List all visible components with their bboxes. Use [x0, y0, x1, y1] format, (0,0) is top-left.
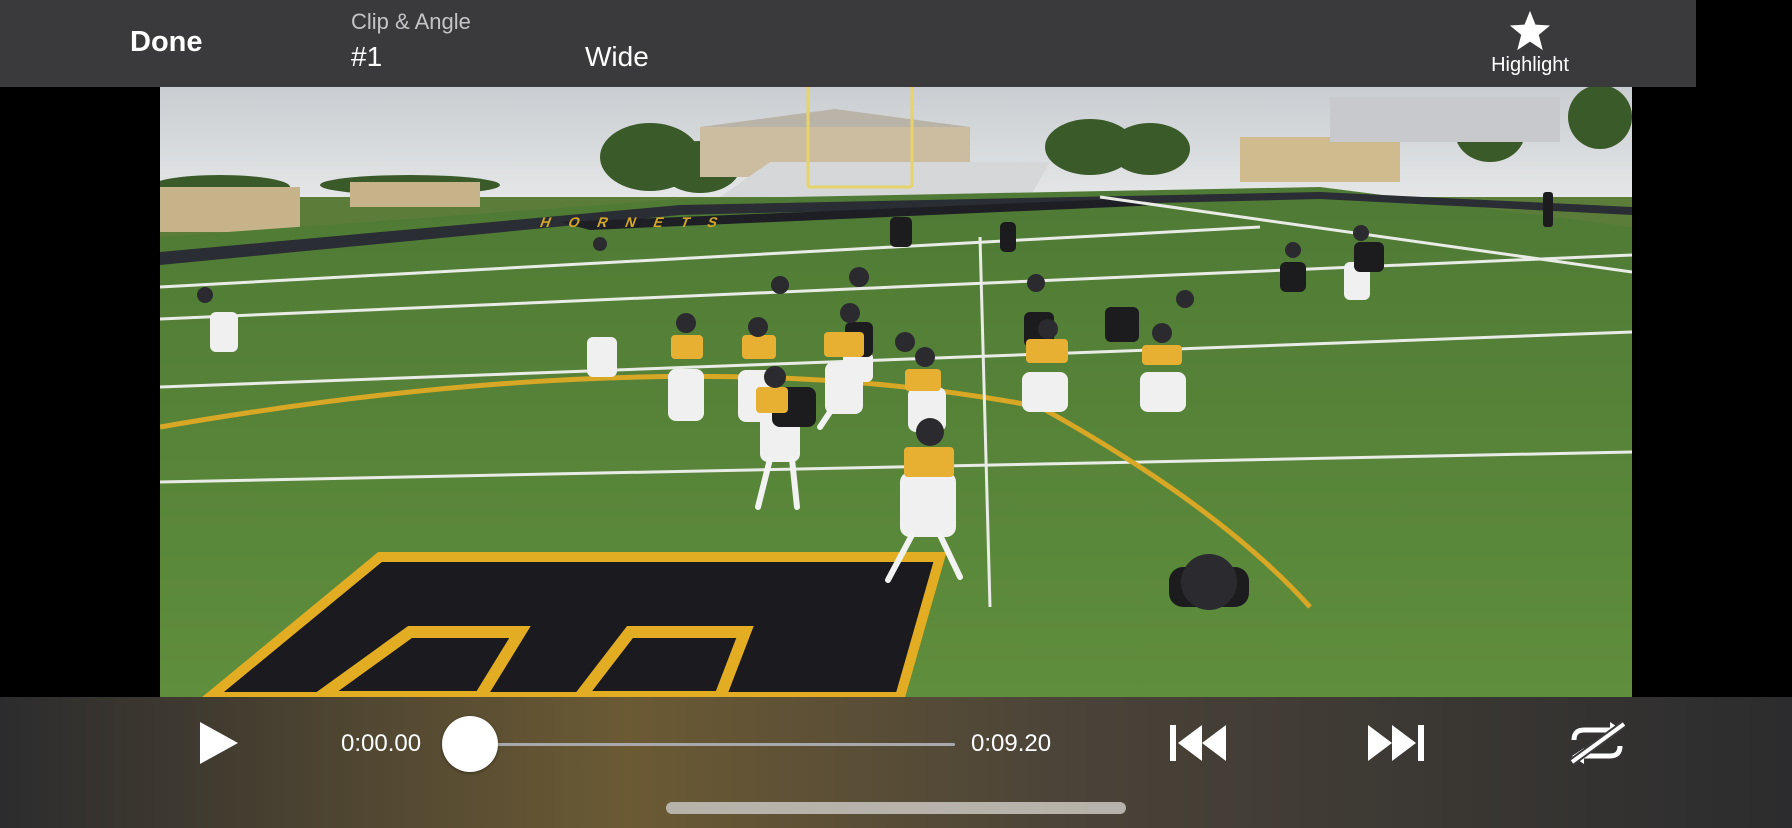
clip-angle-label: Clip & Angle: [351, 9, 471, 34]
skip-back-icon: [1170, 725, 1226, 761]
highlight-button[interactable]: Highlight: [1470, 10, 1590, 80]
top-bar: Done Clip & Angle #1 Wide Highlight: [0, 0, 1696, 87]
scrubber-thumb[interactable]: [442, 716, 498, 772]
play-icon: [200, 722, 238, 764]
star-icon: [1509, 10, 1551, 51]
loop-toggle-button[interactable]: [1564, 720, 1630, 766]
loop-off-icon: [1569, 720, 1627, 766]
current-time: 0:00.00: [341, 730, 422, 757]
home-indicator[interactable]: [666, 802, 1126, 814]
highlight-label: Highlight: [1491, 54, 1569, 76]
play-button[interactable]: [198, 720, 240, 766]
total-duration: 0:09.20: [971, 730, 1052, 757]
clip-number-selector[interactable]: #1: [351, 41, 382, 73]
video-frame[interactable]: HORNETS: [160, 87, 1632, 697]
angle-selector[interactable]: Wide: [585, 41, 649, 73]
scrubber-track[interactable]: [470, 743, 955, 746]
done-button[interactable]: Done: [130, 26, 203, 59]
video-scene: HORNETS: [160, 87, 1632, 697]
skip-forward-icon: [1368, 725, 1424, 761]
skip-forward-button[interactable]: [1364, 722, 1426, 764]
endzone-letters: HORNETS: [538, 215, 738, 230]
skip-back-button[interactable]: [1168, 722, 1230, 764]
